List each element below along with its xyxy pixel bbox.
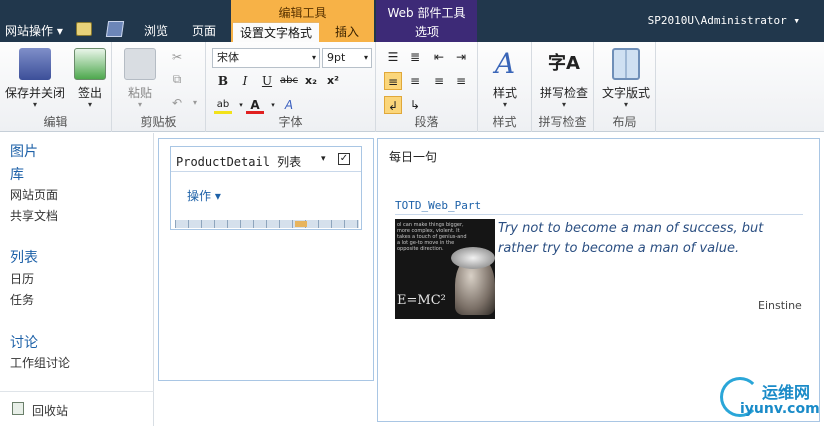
underline-icon[interactable]: U <box>258 72 276 90</box>
save-close-button[interactable]: 保存并关闭 ▾ <box>4 48 66 109</box>
strikethrough-icon[interactable]: abc <box>280 72 298 90</box>
group-layout-label: 布局 <box>612 115 637 129</box>
group-paragraph-label: 段落 <box>414 115 439 129</box>
picture-caption: ol can make things bigger, more complex,… <box>397 222 467 252</box>
group-spelling: 字A 拼写检查 ▾ 拼写检查 <box>532 42 594 132</box>
editing-tools-label: 编辑工具 <box>278 6 327 20</box>
group-spelling-label: 拼写检查 <box>538 115 587 129</box>
webpart-menu-icon[interactable]: ▾ <box>321 154 326 164</box>
subscript-icon[interactable]: x₂ <box>302 72 320 90</box>
align-right-icon[interactable]: ≡ <box>430 72 448 90</box>
nav-site-pages[interactable]: 网站页面 <box>10 186 58 203</box>
paste-button[interactable]: 粘贴 ▾ <box>122 48 158 109</box>
group-styles: A 样式 ▾ 样式 <box>478 42 532 132</box>
navigate-up-icon[interactable] <box>76 22 92 36</box>
undo-dropdown-icon[interactable]: ▾ <box>186 94 204 112</box>
right-to-left-icon[interactable]: ↳ <box>406 96 424 114</box>
select-webpart-checkbox[interactable]: ✓ <box>338 153 350 165</box>
user-menu[interactable]: SP2010U\Administrator ▾ <box>648 14 800 27</box>
styles-button[interactable]: A 样式 ▾ <box>486 48 524 109</box>
checkout-button[interactable]: 签出 ▾ <box>72 48 108 109</box>
align-left-icon[interactable]: ≡ <box>384 72 402 90</box>
nav-recycle-bin[interactable]: 回收站 <box>32 402 68 419</box>
group-edit: 保存并关闭 ▾ 签出 ▾ 编辑 <box>0 42 112 132</box>
increase-indent-icon[interactable]: ⇥ <box>452 48 470 66</box>
tab-options[interactable]: 选项 <box>400 22 454 42</box>
editing-tools-context: 编辑工具 设置文字格式 插入 <box>231 0 374 42</box>
nav-pictures[interactable]: 图片 <box>10 141 38 161</box>
save-icon <box>19 48 51 80</box>
styles-icon: A <box>494 47 516 80</box>
copy-icon[interactable]: ⧉ <box>168 70 186 88</box>
nav-tasks[interactable]: 任务 <box>10 291 34 308</box>
nav-divider <box>0 391 154 392</box>
site-actions-menu[interactable]: 网站操作 ▾ <box>5 22 63 39</box>
zone-title: 每日一句 <box>389 150 438 164</box>
text-layout-icon <box>612 48 640 80</box>
font-color-icon[interactable]: A <box>246 96 264 114</box>
nav-libraries[interactable]: 库 <box>10 164 24 184</box>
ribbon: 保存并关闭 ▾ 签出 ▾ 编辑 粘贴 ▾ ✂ ⧉ ↶ ▾ 剪贴板 宋体 ▾ 9pt ▾ B… <box>0 42 824 132</box>
numbered-list-icon[interactable]: ≣ <box>406 48 424 66</box>
spell-check-button[interactable]: 字A 拼写检查 ▾ <box>536 48 592 109</box>
tab-insert[interactable]: 插入 <box>325 22 369 42</box>
webpart-title[interactable]: TOTD_Web_Part <box>395 199 481 212</box>
actions-menu[interactable]: 操作 ▾ <box>187 187 221 204</box>
superscript-icon[interactable]: x² <box>324 72 342 90</box>
list-webpart-title[interactable]: ProductDetail 列表 <box>176 153 301 170</box>
group-clipboard: 粘贴 ▾ ✂ ⧉ ↶ ▾ 剪贴板 <box>112 42 206 132</box>
bullet-list-icon[interactable]: ☰ <box>384 48 402 66</box>
highlight-icon[interactable]: ab <box>214 96 232 114</box>
einstein-picture: ol can make things bigger, more complex,… <box>395 219 495 319</box>
spell-check-icon: 字A <box>548 53 580 74</box>
edit-page-icon[interactable] <box>105 21 125 37</box>
list-webpart: ProductDetail 列表 ▾ ✓ 操作 ▾ <box>170 146 362 230</box>
nav-team-discussion[interactable]: 工作组讨论 <box>10 354 70 371</box>
list-toolbar-strip <box>175 220 359 228</box>
group-font: 宋体 ▾ 9pt ▾ B I U abc x₂ x² ab ▾ A ▾ A 字体 <box>206 42 376 132</box>
quick-launch: 图片 库 网站页面 共享文档 列表 日历 任务 讨论 工作组讨论 回收站 <box>0 133 154 426</box>
undo-icon[interactable]: ↶ <box>168 94 186 112</box>
align-center-icon[interactable]: ≡ <box>406 72 424 90</box>
justify-icon[interactable]: ≡ <box>452 72 470 90</box>
group-font-label: 字体 <box>278 115 303 129</box>
webpart-tools-label: Web 部件工具 <box>387 6 466 20</box>
group-clipboard-label: 剪贴板 <box>140 115 177 129</box>
text-layout-button[interactable]: 文字版式 ▾ <box>598 48 654 109</box>
tab-page[interactable]: 页面 <box>192 22 216 39</box>
group-styles-label: 样式 <box>492 115 517 129</box>
portrait-hair <box>451 247 495 269</box>
clear-format-icon[interactable]: A <box>280 96 298 114</box>
quote-author: Einstine <box>758 299 802 312</box>
nav-calendar[interactable]: 日历 <box>10 270 34 287</box>
checkout-icon <box>74 48 106 80</box>
watermark-url: iyunv.com <box>740 401 820 417</box>
site-watermark: 运维网 iyunv.com <box>720 375 820 423</box>
font-name-select[interactable]: 宋体 ▾ <box>212 48 320 68</box>
tab-format-text[interactable]: 设置文字格式 <box>233 22 319 42</box>
title-divider <box>171 171 361 172</box>
quote-text: Try not to become a man of success, but … <box>498 221 764 256</box>
nav-lists[interactable]: 列表 <box>10 247 38 267</box>
watermark-brand: 运维网 <box>762 383 811 402</box>
picture-formula: E=MC² <box>397 293 446 308</box>
group-layout: 文字版式 ▾ 布局 <box>594 42 656 132</box>
decrease-indent-icon[interactable]: ⇤ <box>430 48 448 66</box>
font-size-select[interactable]: 9pt ▾ <box>322 48 372 68</box>
webpart-tools-context: Web 部件工具 选项 <box>376 0 477 42</box>
nav-discussions[interactable]: 讨论 <box>10 332 38 352</box>
paste-icon <box>124 48 156 80</box>
nav-shared-docs[interactable]: 共享文档 <box>10 207 58 224</box>
group-paragraph: ☰ ≣ ⇤ ⇥ ≡ ≡ ≡ ≡ ↲ ↳ 段落 <box>376 42 478 132</box>
webpart-title-underline <box>395 214 803 215</box>
bold-icon[interactable]: B <box>214 72 232 90</box>
tab-browse[interactable]: 浏览 <box>144 22 168 39</box>
list-toolbar-active-cell <box>295 221 307 227</box>
group-edit-label: 编辑 <box>43 115 68 129</box>
italic-icon[interactable]: I <box>236 72 254 90</box>
recycle-bin-icon <box>12 402 24 415</box>
top-bar: 网站操作 ▾ 浏览 页面 编辑工具 设置文字格式 插入 Web 部件工具 选项 … <box>0 0 824 42</box>
cut-icon[interactable]: ✂ <box>168 48 186 66</box>
left-to-right-icon[interactable]: ↲ <box>384 96 402 114</box>
